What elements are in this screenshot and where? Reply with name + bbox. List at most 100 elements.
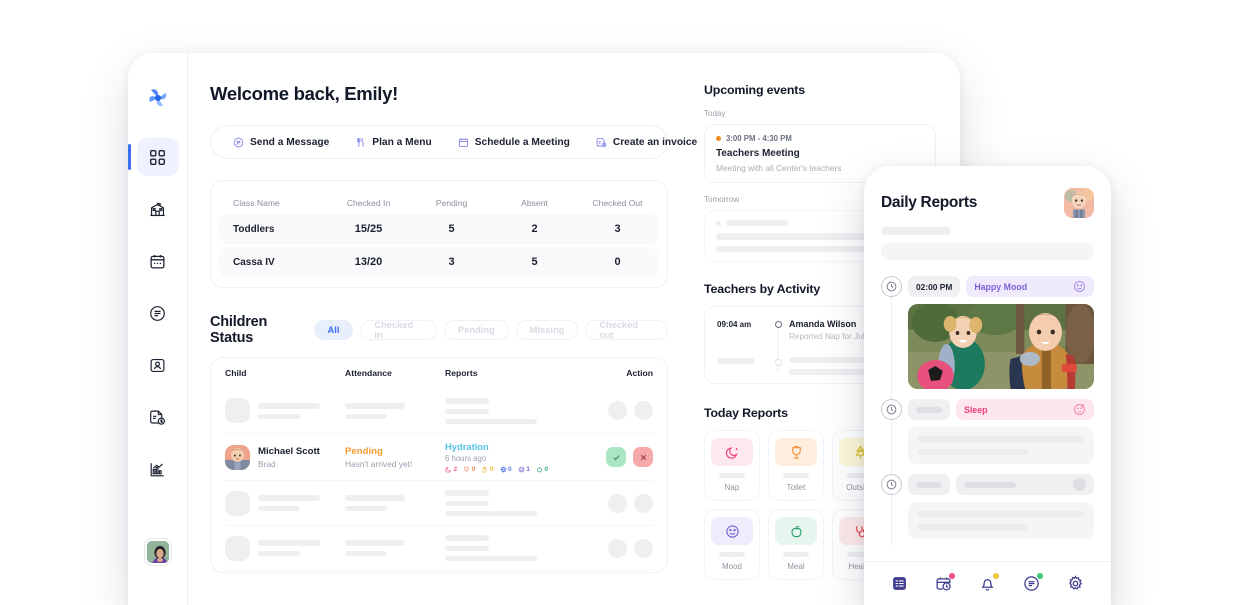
event-time: 3:00 PM - 4:30 PM [726, 134, 792, 143]
sidebar-item-reports[interactable] [137, 450, 179, 488]
count-value: 0 [489, 466, 494, 473]
today-label: Today [704, 109, 726, 118]
teacher-name: Amanda Wilson [789, 319, 857, 329]
section-title: Children Status [210, 314, 268, 346]
table-row [225, 388, 653, 433]
sidebar-item-calendar[interactable] [137, 242, 179, 280]
children-status-table: Child Attendance Reports Action Michael … [210, 357, 668, 573]
schedule-a-meeting-button[interactable]: Schedule a Meeting [445, 137, 583, 148]
child-avatar[interactable] [1064, 188, 1094, 218]
tile-label: Toilet [786, 483, 806, 492]
sidebar-item-billing[interactable] [137, 398, 179, 436]
column-header: Child [225, 368, 247, 378]
report-tile-mood[interactable]: Mood [704, 509, 760, 580]
toilet-icon-count: 0 [463, 466, 475, 473]
bottle-icon-count: 0 [481, 466, 494, 473]
mobile-page-title: Daily Reports [881, 194, 978, 211]
nav-documents[interactable] [1023, 573, 1043, 592]
table-row[interactable]: Michael Scott Brad Pending Hasn't arrive… [225, 433, 653, 480]
mobile-content: Daily Reports 02:00 PM Happy Mood Sleep [864, 166, 1111, 545]
sidebar-item-staff[interactable] [137, 346, 179, 384]
entry-time-placeholder [908, 399, 950, 420]
entry-tag-happy-mood[interactable]: Happy Mood [966, 276, 1094, 297]
report-tile-toilet[interactable]: Toilet [768, 430, 824, 501]
filter-chip-all[interactable]: All [313, 320, 354, 340]
filter-chip-missing[interactable]: Missing [515, 320, 579, 340]
pinwheel-logo-icon [141, 81, 175, 115]
report-tile-meal[interactable]: Meal [768, 509, 824, 580]
nav-settings[interactable] [1067, 575, 1084, 592]
nav-calendar-clock[interactable] [935, 573, 956, 592]
table-header-row: Class Name Checked In Pending Absent Che… [219, 192, 659, 214]
timeline-entry[interactable] [881, 474, 1094, 495]
sidebar-item-messages[interactable] [137, 294, 179, 332]
report-tile-nap[interactable]: Nap [704, 430, 760, 501]
cutlery-icon [355, 137, 366, 148]
report-counts: 2 0 0 0 1 0 [445, 466, 587, 473]
page-title: Welcome back, Emily! [210, 83, 398, 104]
table-row [225, 480, 653, 525]
count-value: 2 [453, 466, 458, 473]
filter-chip-checked-in[interactable]: Checked in [360, 320, 438, 340]
table-row[interactable]: Toddlers 15/25 5 2 3 [219, 214, 659, 244]
filter-chip-pending[interactable]: Pending [444, 320, 509, 340]
event-time-row: 3:00 PM - 4:30 PM [716, 134, 924, 143]
quick-actions-bar: Send a Message Plan a Menu Schedule a Me… [210, 125, 697, 159]
timeline-entry[interactable]: Sleep [881, 399, 1094, 420]
nav-checklist[interactable] [891, 575, 908, 592]
column-header: Class Name [233, 198, 280, 208]
tag-label: Sleep [964, 404, 988, 415]
send-a-message-button[interactable]: Send a Message [211, 137, 342, 148]
child-subtitle: Brad [258, 458, 276, 469]
checked-out-value: 0 [614, 256, 621, 268]
approve-button[interactable] [606, 447, 626, 467]
badge-dot [1036, 573, 1043, 579]
search-placeholder [881, 243, 1094, 260]
attendance-note: Hasn't arrived yet! [345, 458, 413, 469]
tag-label: Happy Mood [974, 281, 1028, 292]
filter-chip-checked-out[interactable]: Checked out [585, 320, 668, 340]
mobile-bottom-nav [864, 561, 1111, 605]
clock-icon [881, 399, 902, 420]
sidebar-item-center[interactable] [137, 190, 179, 228]
reject-button[interactable] [633, 447, 653, 467]
quick-action-label: Plan a Menu [372, 136, 432, 148]
quick-action-label: Send a Message [250, 136, 330, 148]
upcoming-events-title: Upcoming events [704, 83, 806, 97]
plan-a-menu-button[interactable]: Plan a Menu [342, 137, 444, 148]
reports-timeline: 02:00 PM Happy Mood Sleep [881, 276, 1094, 545]
table-row [225, 570, 653, 572]
entry-tag-sleep[interactable]: Sleep [956, 399, 1094, 420]
report-photo[interactable] [908, 304, 1094, 389]
avatar[interactable] [144, 539, 171, 565]
count-value: 0 [544, 466, 549, 473]
nav-notifications[interactable] [979, 573, 999, 592]
apple-icon-count: 0 [536, 466, 548, 473]
timeline-entry[interactable]: 02:00 PM Happy Mood [881, 276, 1094, 297]
quick-action-label: Schedule a Meeting [474, 136, 570, 148]
mobile-header: Daily Reports [881, 188, 1094, 218]
report-title[interactable]: Hydration [445, 441, 587, 452]
column-header: Action [626, 368, 653, 378]
column-header: Pending [435, 198, 468, 208]
sleeping-face-icon [1073, 403, 1086, 416]
timeline-marker [767, 319, 789, 371]
entry-body-placeholder [908, 502, 1094, 539]
checked-out-value: 3 [614, 223, 621, 235]
attendance-status: Pending [345, 445, 383, 457]
avatar-placeholder [225, 398, 250, 423]
sidebar-item-dashboard[interactable] [128, 138, 179, 176]
table-row[interactable]: Cassa IV 13/20 3 5 0 [219, 247, 659, 277]
screenshot-root: Welcome back, Emily! Send a Message Plan… [0, 0, 1238, 605]
left-column: Welcome back, Emily! Send a Message Plan… [188, 53, 697, 605]
checked-in-value: 15/25 [354, 223, 383, 235]
pending-value: 5 [448, 223, 455, 235]
class-name-link[interactable]: Toddlers [219, 224, 327, 235]
entry-time: 02:00 PM [908, 276, 961, 297]
count-value: 1 [526, 466, 530, 473]
clock-icon [881, 474, 902, 495]
invoice-icon [596, 137, 607, 148]
class-name-link[interactable]: Cassa IV [219, 257, 327, 268]
report-time: 6 hours ago [445, 454, 487, 463]
class-summary-table: Class Name Checked In Pending Absent Che… [210, 180, 668, 288]
